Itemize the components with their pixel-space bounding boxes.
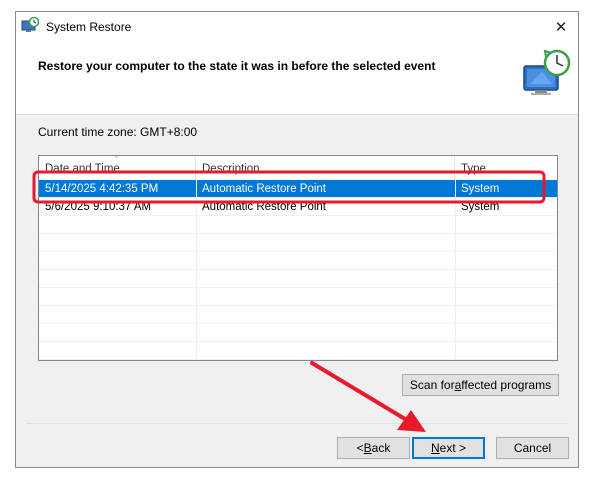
row-type: System (461, 201, 500, 213)
close-icon: ✕ (554, 19, 568, 36)
cancel-button[interactable]: Cancel (496, 437, 569, 459)
button-label-part: ffected programs (461, 378, 552, 392)
restore-points-list[interactable]: ˇ Date and Time Description Type 5/14/20… (38, 155, 558, 361)
row-description: Automatic Restore Point (202, 201, 327, 213)
column-header-date[interactable]: ˇ Date and Time (39, 156, 196, 180)
empty-row (39, 234, 557, 252)
empty-row (39, 288, 557, 306)
button-label-part: Scan for (409, 378, 455, 392)
column-header-label: Date and Time (45, 163, 120, 175)
window-title: System Restore (46, 20, 132, 34)
empty-row (39, 324, 557, 342)
row-date: 5/14/2025 4:42:35 PM (45, 183, 159, 195)
column-header-label: Description (202, 163, 260, 175)
row-date: 5/6/2025 9:10:37 AM (45, 201, 152, 213)
table-row[interactable]: 5/6/2025 9:10:37 AM Automatic Restore Po… (39, 198, 557, 216)
title-bar: System Restore ✕ (16, 12, 578, 42)
access-key: a (454, 378, 462, 392)
empty-row (39, 306, 557, 324)
divider (26, 423, 568, 424)
column-header-type[interactable]: Type (455, 156, 557, 180)
scan-affected-programs-button[interactable]: Scan for a ffected programs (402, 374, 559, 396)
access-key: N (430, 441, 440, 455)
timezone-label: Current time zone: GMT+8:00 (38, 125, 198, 139)
button-label-part: ack (371, 441, 391, 455)
empty-row (39, 342, 557, 360)
header-band: Restore your computer to the state it wa… (16, 42, 578, 115)
button-label-part: < (356, 441, 364, 455)
system-restore-icon (21, 17, 39, 32)
next-button[interactable]: Next > (412, 437, 485, 459)
column-header-label: Type (461, 163, 486, 175)
restore-monitor-icon (523, 49, 571, 95)
close-button[interactable]: ✕ (548, 14, 574, 40)
column-divider (196, 180, 197, 360)
empty-row (39, 252, 557, 270)
row-description: Automatic Restore Point (202, 183, 327, 195)
list-header: ˇ Date and Time Description Type (39, 156, 557, 180)
back-button[interactable]: < Back (337, 437, 410, 459)
row-type: System (461, 183, 500, 195)
table-row[interactable]: 5/14/2025 4:42:35 PM Automatic Restore P… (39, 180, 557, 198)
column-divider (455, 180, 456, 360)
page-title: Restore your computer to the state it wa… (38, 59, 436, 73)
column-header-description[interactable]: Description (196, 156, 455, 180)
button-label-part: ext > (439, 441, 467, 455)
sort-arrow-icon: ˇ (115, 155, 118, 165)
button-label: Cancel (513, 441, 552, 455)
access-key: B (363, 441, 372, 455)
empty-row (39, 216, 557, 234)
empty-row (39, 270, 557, 288)
system-restore-window: System Restore ✕ Restore your computer t… (15, 11, 579, 468)
